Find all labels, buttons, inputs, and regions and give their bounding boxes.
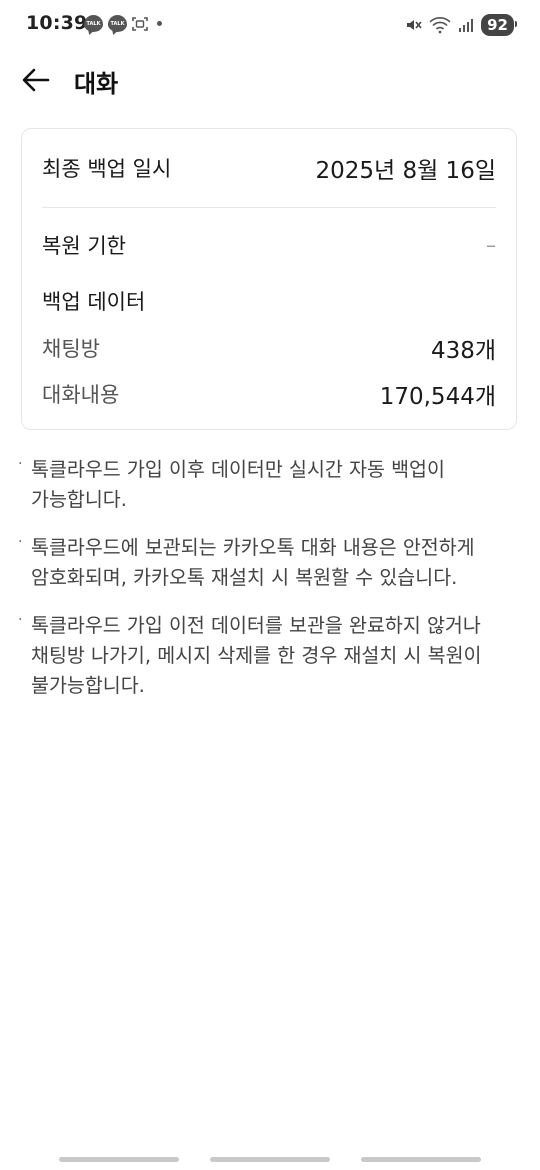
restore-deadline-label: 복원 기한	[42, 234, 126, 258]
screenshot-icon	[132, 16, 148, 31]
last-backup-label: 최종 백업 일시	[42, 157, 172, 181]
wifi-icon	[429, 17, 451, 34]
status-bar: 10:39 TALK TALK 92	[0, 0, 540, 50]
restore-deadline-value: –	[486, 233, 496, 257]
navigation-bar	[0, 1150, 540, 1170]
kakaotalk-notification-icon: TALK	[84, 15, 103, 32]
bullet: ·	[18, 612, 23, 628]
backup-data-label: 백업 데이터	[42, 290, 146, 314]
backup-data-heading-row: 백업 데이터	[42, 286, 496, 316]
system-icons: 92	[404, 14, 517, 36]
note-text: 톡클라우드에 보관되는 카카오톡 대화 내용은 안전하게 암호화되며, 카카오톡…	[31, 536, 475, 589]
messages-row: 대화내용 170,544개	[42, 377, 496, 411]
chatrooms-row: 채팅방 438개	[42, 331, 496, 365]
note-item: · 톡클라우드 가입 이후 데이터만 실시간 자동 백업이 가능합니다.	[18, 455, 518, 515]
messages-label: 대화내용	[42, 383, 120, 407]
status-time: 10:39	[26, 12, 88, 34]
restore-deadline-row: 복원 기한 –	[42, 230, 496, 260]
mute-icon	[407, 20, 422, 30]
signal-icon	[459, 19, 474, 32]
page-title: 대화	[74, 70, 119, 98]
last-backup-value: 2025년 8월 16일	[315, 158, 496, 184]
notes-list: · 톡클라우드 가입 이후 데이터만 실시간 자동 백업이 가능합니다. · 톡…	[18, 455, 518, 719]
back-button[interactable]	[18, 63, 54, 97]
notification-icons: TALK TALK	[84, 15, 162, 32]
divider	[42, 207, 496, 208]
backup-info-card: 최종 백업 일시 2025년 8월 16일 복원 기한 – 백업 데이터 채팅방…	[21, 128, 517, 430]
last-backup-row: 최종 백업 일시 2025년 8월 16일	[42, 151, 496, 185]
messages-value: 170,544개	[379, 384, 496, 410]
screen: 10:39 TALK TALK 92 대화 최종 백업 일시 2025년 8월 …	[0, 0, 540, 1170]
chatrooms-label: 채팅방	[42, 337, 100, 361]
nav-recents-button[interactable]	[59, 1157, 179, 1162]
arrow-left-icon	[22, 68, 50, 92]
note-text: 톡클라우드 가입 이후 데이터만 실시간 자동 백업이 가능합니다.	[31, 458, 445, 511]
note-item: · 톡클라우드에 보관되는 카카오톡 대화 내용은 안전하게 암호화되며, 카카…	[18, 533, 518, 593]
app-bar: 대화	[0, 55, 540, 105]
bullet: ·	[18, 456, 23, 472]
bullet: ·	[18, 534, 23, 550]
chatrooms-value: 438개	[430, 338, 496, 364]
kakaotalk-notification-icon: TALK	[108, 15, 127, 32]
more-notifications-icon	[157, 21, 162, 26]
note-text: 톡클라우드 가입 이전 데이터를 보관을 완료하지 않거나 채팅방 나가기, 메…	[31, 614, 482, 697]
nav-back-button[interactable]	[361, 1157, 481, 1162]
battery-level: 92	[481, 14, 517, 36]
note-item: · 톡클라우드 가입 이전 데이터를 보관을 완료하지 않거나 채팅방 나가기,…	[18, 611, 518, 701]
nav-home-button[interactable]	[210, 1157, 330, 1162]
